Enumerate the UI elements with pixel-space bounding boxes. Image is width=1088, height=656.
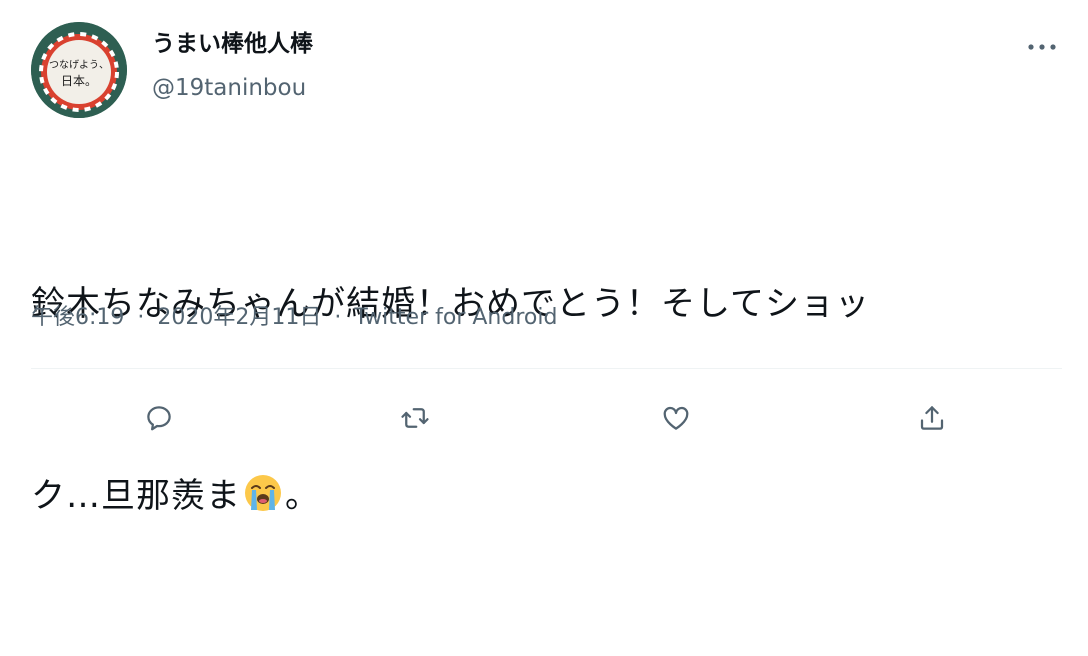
tweet-date[interactable]: 2020年2月11日 [157,305,321,330]
crying-face-icon [245,475,281,511]
divider [31,368,1062,369]
avatar-text-line1: つなげよう、 [49,59,109,71]
user-handle[interactable]: @19taninbou [152,72,306,104]
tweet-time[interactable]: 午後6:19 [31,305,124,330]
retweet-icon [401,408,429,428]
tweet-meta: 午後6:19 · 2020年2月11日 · Twitter for Androi… [31,302,557,334]
tweet-text: 鈴木ちなみちゃんが結婚！おめでとう！そしてショッ ク…旦那羨ま 。 [31,144,1063,656]
tweet-text-line2-end: 。 [285,476,320,516]
tweet-text-line2-start: ク…旦那羨ま [31,476,241,516]
reply-icon [147,406,171,431]
share-icon [920,406,944,430]
meta-separator: · [334,305,342,330]
meta-separator: · [137,305,145,330]
avatar-image: つなげよう、 日本。 [31,22,127,118]
reply-button[interactable] [137,396,181,440]
tweet: つなげよう、 日本。 うまい棒他人棒 @19taninbou 鈴木ちなみちゃんが… [0,0,1088,516]
avatar[interactable]: つなげよう、 日本。 [31,22,127,118]
avatar-text-line2: 日本。 [61,74,97,88]
display-name[interactable]: うまい棒他人棒 [152,28,313,60]
share-button[interactable] [910,396,954,440]
more-options-button[interactable] [1022,32,1062,62]
more-icon [1028,44,1056,50]
like-icon [663,406,689,430]
tweet-text-line2: ク…旦那羨ま 。 [31,464,1063,528]
tweet-source[interactable]: Twitter for Android [354,305,557,330]
retweet-button[interactable] [393,396,437,440]
like-button[interactable] [654,396,698,440]
